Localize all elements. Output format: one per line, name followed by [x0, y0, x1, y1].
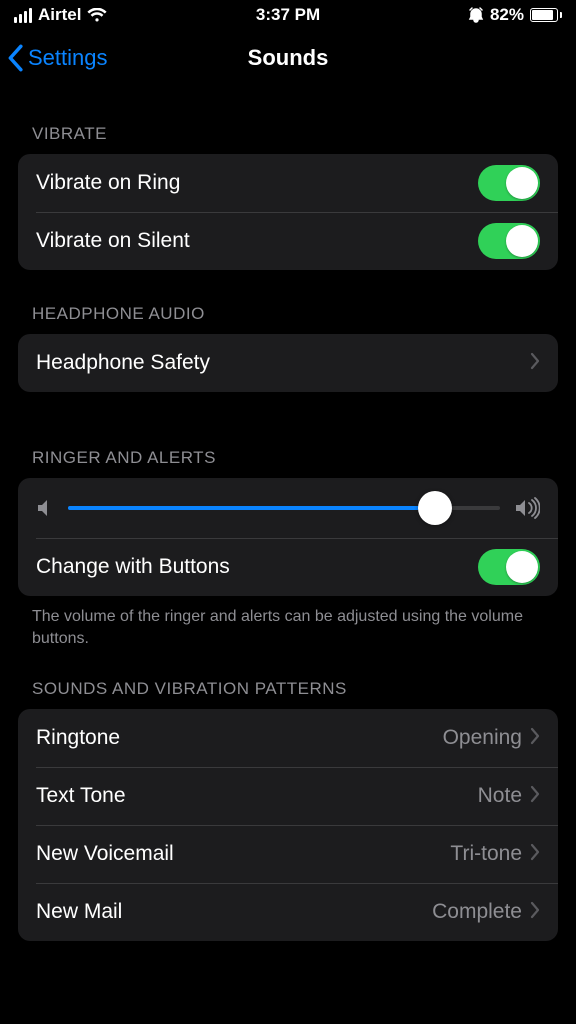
nav-bar: Settings Sounds: [0, 30, 576, 86]
row-value: Note: [478, 784, 522, 808]
section-header-headphone: HEADPHONE AUDIO: [0, 270, 576, 334]
chevron-right-icon: [530, 352, 540, 375]
status-left: Airtel: [14, 5, 107, 25]
status-bar: Airtel 3:37 PM 82%: [0, 0, 576, 30]
chevron-right-icon: [530, 727, 540, 750]
section-footer-ringer: The volume of the ringer and alerts can …: [0, 596, 576, 649]
row-label: Ringtone: [36, 726, 443, 750]
group-headphone: Headphone Safety: [18, 334, 558, 392]
row-ringtone[interactable]: Ringtone Opening: [18, 709, 558, 767]
row-headphone-safety[interactable]: Headphone Safety: [18, 334, 558, 392]
back-button[interactable]: Settings: [0, 44, 108, 72]
row-label: New Mail: [36, 900, 432, 924]
group-vibrate: Vibrate on Ring Vibrate on Silent: [18, 154, 558, 270]
row-label: Vibrate on Silent: [36, 229, 478, 253]
section-header-vibrate: VIBRATE: [0, 86, 576, 154]
row-vibrate-on-ring[interactable]: Vibrate on Ring: [18, 154, 558, 212]
carrier-label: Airtel: [38, 5, 81, 25]
volume-slider[interactable]: [68, 492, 500, 524]
volume-high-icon: [514, 497, 540, 519]
row-label: Vibrate on Ring: [36, 171, 478, 195]
toggle-vibrate-on-silent[interactable]: [478, 223, 540, 259]
row-vibrate-on-silent[interactable]: Vibrate on Silent: [18, 212, 558, 270]
chevron-right-icon: [530, 843, 540, 866]
row-value: Complete: [432, 900, 522, 924]
toggle-change-with-buttons[interactable]: [478, 549, 540, 585]
row-new-voicemail[interactable]: New Voicemail Tri-tone: [18, 825, 558, 883]
group-ringer: Change with Buttons: [18, 478, 558, 596]
row-volume-slider: [18, 478, 558, 538]
chevron-left-icon: [6, 44, 24, 72]
status-right: 82%: [468, 5, 562, 25]
toggle-vibrate-on-ring[interactable]: [478, 165, 540, 201]
back-label: Settings: [28, 45, 108, 71]
section-header-ringer: RINGER AND ALERTS: [0, 392, 576, 478]
group-patterns: Ringtone Opening Text Tone Note New Voic…: [18, 709, 558, 941]
cell-signal-icon: [14, 8, 32, 23]
battery-percent-label: 82%: [490, 5, 524, 25]
row-text-tone[interactable]: Text Tone Note: [18, 767, 558, 825]
volume-low-icon: [36, 498, 54, 518]
alarm-icon: [468, 7, 484, 23]
row-label: New Voicemail: [36, 842, 450, 866]
row-label: Change with Buttons: [36, 555, 478, 579]
content: VIBRATE Vibrate on Ring Vibrate on Silen…: [0, 86, 576, 1024]
section-header-patterns: SOUNDS AND VIBRATION PATTERNS: [0, 649, 576, 709]
chevron-right-icon: [530, 901, 540, 924]
row-label: Headphone Safety: [36, 351, 530, 375]
battery-icon: [530, 8, 562, 22]
row-value: Tri-tone: [450, 842, 522, 866]
row-change-with-buttons[interactable]: Change with Buttons: [18, 538, 558, 596]
row-value: Opening: [443, 726, 522, 750]
chevron-right-icon: [530, 785, 540, 808]
row-label: Text Tone: [36, 784, 478, 808]
wifi-icon: [87, 8, 107, 22]
row-new-mail[interactable]: New Mail Complete: [18, 883, 558, 941]
